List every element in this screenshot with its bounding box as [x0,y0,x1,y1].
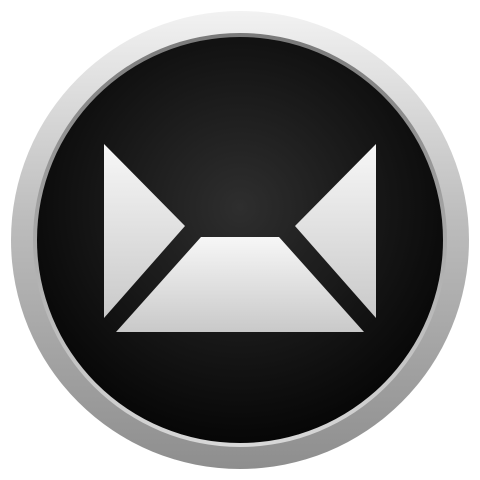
mail-envelope-icon [11,11,469,469]
mail-app-icon-button[interactable] [0,0,480,480]
